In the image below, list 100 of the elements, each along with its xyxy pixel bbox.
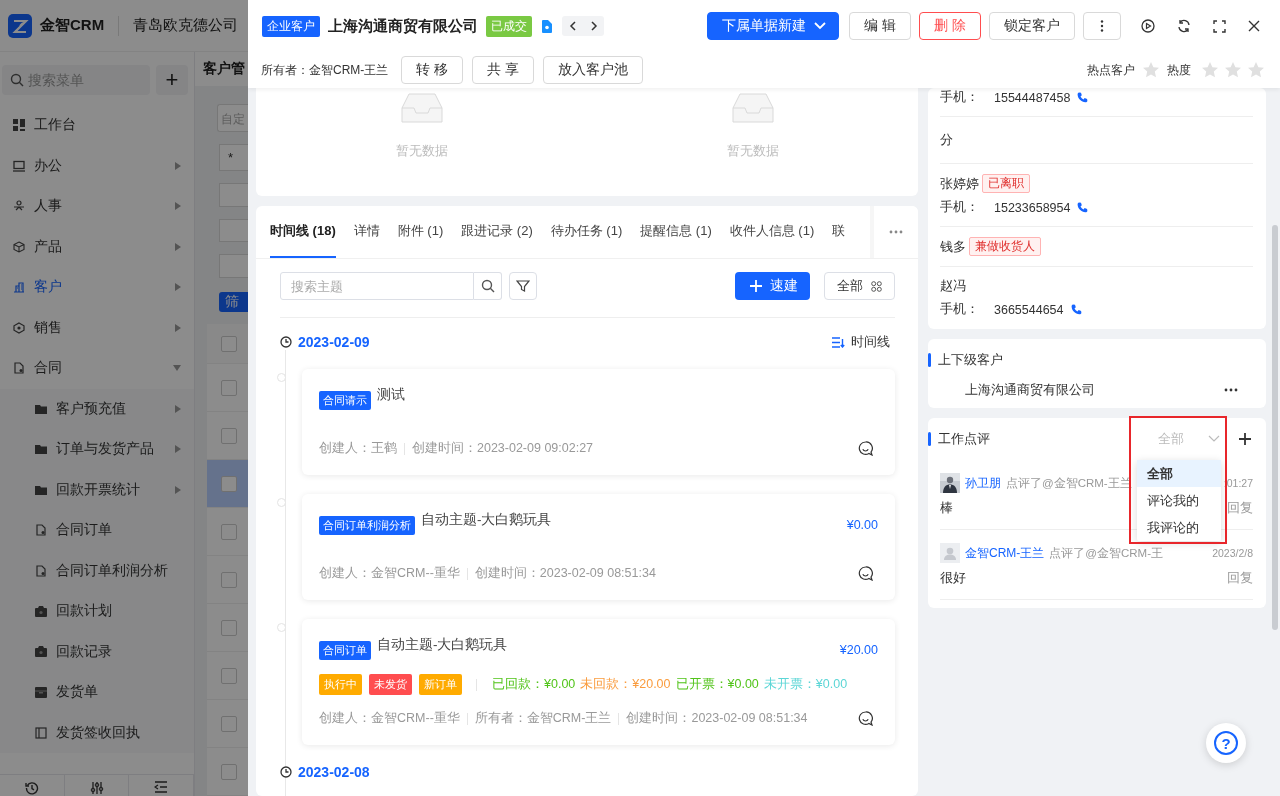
filter-chip[interactable]	[219, 254, 248, 278]
star-icon	[1201, 61, 1219, 79]
action-button[interactable]: 删 除	[919, 12, 981, 40]
menu-item[interactable]: 产品	[0, 226, 194, 267]
menu-item[interactable]: 回款计划	[0, 591, 194, 632]
wallet-icon	[35, 605, 47, 617]
author-name[interactable]: 孙卫朋	[965, 474, 1001, 492]
tab[interactable]: 详情	[353, 206, 380, 258]
menu-item[interactable]: 合同	[0, 348, 194, 389]
checkbox[interactable]	[221, 523, 237, 540]
search-field[interactable]: 搜索主题	[280, 272, 474, 300]
tab[interactable]: 待办任务 (1)	[550, 206, 623, 258]
rating-label: 热度	[1167, 61, 1191, 79]
timeline-view-button[interactable]: 时间线	[832, 333, 895, 351]
checkbox[interactable]	[221, 427, 237, 444]
menu-item[interactable]: 销售	[0, 307, 194, 348]
meta-text: 所有者：金智CRM-王兰	[474, 710, 612, 727]
tab[interactable]: 提醒信息 (1)	[640, 206, 712, 258]
author-name[interactable]: 金智CRM-王兰	[965, 544, 1045, 562]
menu-item[interactable]: 人事	[0, 186, 194, 227]
menu-item[interactable]: 发货签收回执	[0, 712, 194, 753]
tab[interactable]: 收件人信息 (1)	[729, 206, 815, 258]
grid-icon	[871, 280, 882, 292]
caret-right-icon	[175, 485, 181, 494]
payment-stat: 已回款：¥0.00	[492, 676, 576, 693]
app-logo-text: 金智CRM	[40, 16, 105, 35]
checkbox[interactable]	[221, 763, 237, 780]
contact-name: 钱多	[940, 237, 966, 256]
action-button[interactable]: 编 辑	[849, 12, 912, 40]
menu-item[interactable]: 回款记录	[0, 631, 194, 672]
checkbox[interactable]	[221, 475, 237, 492]
timeline-date: 2023-02-09	[298, 334, 370, 350]
empty-text: 暂无数据	[395, 142, 448, 160]
document-icon[interactable]	[542, 19, 552, 33]
dropdown-option[interactable]: 全部	[1137, 460, 1221, 487]
owner-action-button[interactable]: 转 移	[401, 56, 464, 84]
payment-stat: 未开票：¥0.00	[763, 676, 848, 693]
meta-text: 创建人：王鹤	[319, 440, 397, 457]
dropdown-option[interactable]: 评论我的	[1137, 487, 1221, 514]
sliders-icon[interactable]	[89, 781, 104, 795]
star-icon	[1142, 61, 1160, 79]
search-button[interactable]	[474, 272, 502, 300]
document-icon	[35, 524, 47, 537]
tab[interactable]: 时间线 (18)	[270, 206, 336, 258]
filter-button[interactable]	[509, 272, 537, 300]
folder-icon	[35, 403, 47, 414]
all-filter-button[interactable]: 全部	[824, 272, 895, 300]
checkbox[interactable]	[221, 667, 237, 684]
owner-action-button[interactable]: 共 享	[472, 56, 535, 84]
plus-icon	[749, 279, 763, 293]
empty-text: 暂无数据	[726, 142, 779, 160]
menu-item[interactable]: 发货单	[0, 672, 194, 713]
customer-title: 上海沟通商贸有限公司	[328, 16, 478, 36]
checkbox[interactable]	[221, 619, 237, 636]
filter-chip[interactable]	[219, 183, 248, 207]
menu-item[interactable]: 合同订单	[0, 510, 194, 551]
indent-icon[interactable]	[154, 781, 169, 793]
reply-link[interactable]: 回复	[1227, 499, 1253, 517]
filter-chip[interactable]: *	[219, 144, 248, 172]
document-icon	[35, 564, 47, 577]
status-tag: 新订单	[419, 674, 462, 695]
call-button[interactable]	[1077, 92, 1089, 103]
menu-item[interactable]: 客户预充值	[0, 388, 194, 429]
checkbox[interactable]	[221, 571, 237, 588]
item-title: 测试	[377, 386, 405, 404]
call-button[interactable]	[1070, 304, 1082, 315]
menu-item[interactable]: 客户	[0, 267, 194, 308]
chevron-right-icon	[589, 21, 598, 31]
checkbox[interactable]	[221, 379, 237, 396]
checkbox[interactable]	[221, 715, 237, 732]
hot-toggle[interactable]	[1142, 61, 1160, 79]
tab[interactable]: 跟进记录 (2)	[461, 206, 533, 258]
box-icon	[35, 686, 47, 698]
call-button[interactable]	[1077, 202, 1089, 213]
menu-item[interactable]: 回款开票统计	[0, 469, 194, 510]
add-button[interactable]: +	[156, 65, 188, 95]
menu-item[interactable]: 合同订单利润分析	[0, 550, 194, 591]
menu-item[interactable]: 工作台	[0, 105, 194, 146]
action-button[interactable]: 锁定客户	[989, 12, 1075, 40]
table-row[interactable]	[207, 460, 248, 508]
ellipsis-icon	[889, 230, 903, 234]
phone-icon	[1070, 304, 1082, 315]
type-tag: 合同订单	[319, 641, 371, 660]
checkbox[interactable]	[221, 335, 237, 352]
filter-chip[interactable]	[219, 218, 248, 243]
action-button[interactable]: 下属单据新建	[707, 12, 840, 40]
chevron-down-icon	[814, 22, 827, 30]
dropdown-option[interactable]: 我评论的	[1137, 514, 1221, 541]
timeline-list-icon	[832, 336, 845, 348]
empty-tray-icon	[731, 92, 774, 124]
reply-link[interactable]: 回复	[1227, 569, 1253, 587]
history-icon[interactable]	[24, 781, 39, 795]
menu-item[interactable]: 办公	[0, 145, 194, 186]
filter-button[interactable]: 筛	[219, 291, 248, 312]
phone-label: 手机：	[940, 301, 980, 318]
quick-create-button[interactable]: 速建	[735, 272, 810, 300]
owner-action-button[interactable]: 放入客户池	[543, 56, 644, 84]
tab[interactable]: 附件 (1)	[397, 206, 444, 258]
menu-item[interactable]: 订单与发货产品	[0, 429, 194, 470]
tab[interactable]: 联	[832, 206, 846, 258]
